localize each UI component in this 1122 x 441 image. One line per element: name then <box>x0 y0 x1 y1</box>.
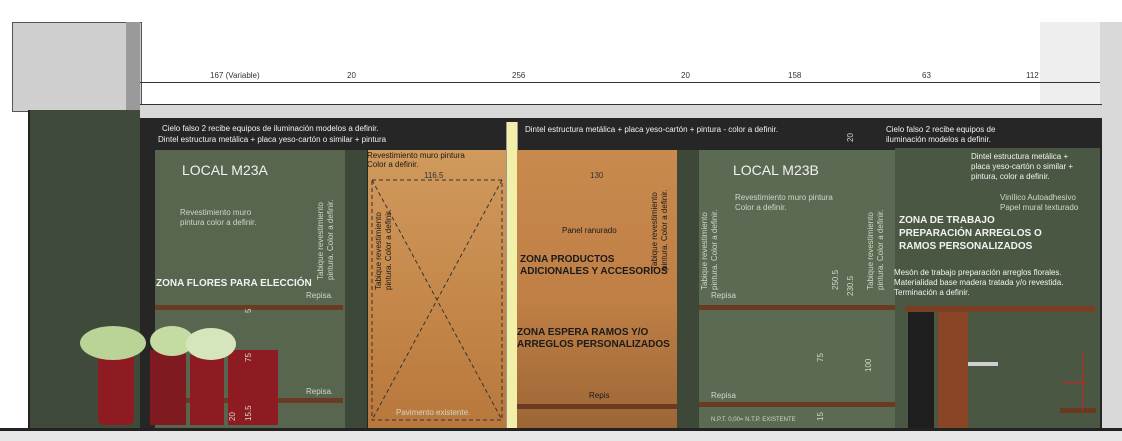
shelf-label-b-upper: Repisa <box>711 291 736 300</box>
dim-250: 250.5 <box>831 269 840 290</box>
ceiling-note-a: Cielo falso 2 recibe equipos de iluminac… <box>162 124 379 133</box>
vinyl-note-2: Papel mural texturado <box>1000 203 1079 212</box>
ceiling-note-b-2: iluminación modelos a definir. <box>886 135 991 144</box>
desk-note-1: Mesón de trabajo preparación arreglos fl… <box>894 268 1062 277</box>
zone-products-2: ADICIONALES Y ACCESORIOS <box>520 266 668 277</box>
plant-1 <box>80 326 146 360</box>
plant-3 <box>186 328 236 360</box>
floor-base <box>0 431 1122 441</box>
dim-116: 116.5 <box>424 171 444 180</box>
lintel-note-b-1: Dintel estructura metálica + <box>971 152 1069 161</box>
lintel-note-b-2: placa yeso-cartón o similar + <box>971 162 1074 171</box>
work-table-shelf <box>968 362 998 366</box>
desk-note-2: Materialidad base madera tratada y/o rev… <box>894 278 1064 287</box>
left-column-top-shade <box>126 22 140 110</box>
local-a-title: LOCAL M23A <box>182 162 268 178</box>
wall-note-mid-2: Color a definir. <box>367 160 419 169</box>
dim-5: 5 <box>244 308 253 313</box>
wall-note-mid-1: Revestimiento muro pintura <box>367 151 465 160</box>
wall-note-b-1: Revestimiento muro pintura <box>735 193 833 202</box>
partition-note-b1-1: Tabique revestimiento <box>700 212 709 290</box>
floor-note: Pavimento existente. <box>396 408 471 417</box>
ceiling-note-b-1: Cielo falso 2 recibe equipos de <box>886 125 996 134</box>
shelf-label-a-upper: Repisa. <box>306 291 334 300</box>
dim-20a: 20 <box>846 133 855 142</box>
panel-label: Panel ranurado <box>562 226 617 235</box>
planter-2 <box>150 350 186 425</box>
shelf-label-a-lower: Repisa. <box>306 387 334 396</box>
dim-20b: 20 <box>228 412 237 421</box>
dim-155: 15.5 <box>244 405 253 421</box>
dim-top-1: 167 (Variable) <box>210 71 260 80</box>
dim-top-3: 256 <box>512 71 526 80</box>
right-facade-top <box>1040 22 1100 108</box>
partition-note-m1-2: pintura. Color a definir. <box>384 209 393 291</box>
partition-note-b2-1: Tabique revestimiento <box>866 212 875 290</box>
zone-wait-2: ARREGLOS PERSONALIZADOS <box>517 339 670 350</box>
zone-products-1: ZONA PRODUCTOS <box>520 254 615 265</box>
partition-note-m2-2: pintura. Color a definir. <box>660 189 669 271</box>
dim-75b: 75 <box>244 353 253 362</box>
top-dimension-line <box>140 82 1100 83</box>
partition-note-a-2: pintura. Color a definir. <box>326 199 335 281</box>
local-b-title: LOCAL M23B <box>733 162 819 178</box>
dim-130: 130 <box>590 171 604 180</box>
lintel-note-b-3: pintura, color a definir. <box>971 172 1050 181</box>
lintel-note-a: Dintel estructura metálica + placa yeso-… <box>158 135 387 144</box>
wall-note-a-2: pintura color a definir. <box>180 218 257 227</box>
dim-top-2: 20 <box>347 71 356 80</box>
shelf-b-upper <box>699 305 895 310</box>
work-table-bottom <box>1060 408 1096 413</box>
right-facade-wall <box>1100 22 1122 432</box>
dim-top-4: 20 <box>681 71 690 80</box>
work-table-leg <box>908 312 934 428</box>
vinyl-note-1: Vinílico Autoadhesivo <box>1000 193 1076 202</box>
partition-note-m1-1: Tabique revestimiento <box>374 212 383 290</box>
dim-top-7: 112 <box>1026 71 1039 80</box>
shelf-label-b-lower: Repisa <box>711 391 736 400</box>
red-dim-vertical <box>1082 352 1083 410</box>
dim-15: 15 <box>816 412 825 421</box>
wall-note-b-2: Color a definir. <box>735 203 787 212</box>
shelf-label-center: Repis <box>589 391 610 400</box>
shelf-b-lower <box>699 402 895 407</box>
partition-note-b2-2: pintura. Color a definir. <box>876 209 885 291</box>
zone-wait-1: ZONA ESPERA RAMOS Y/O <box>517 327 649 338</box>
partition-note-a-1: Tabique revestimiento <box>316 202 325 280</box>
dim-top-6: 63 <box>922 71 931 80</box>
left-column-top <box>12 22 142 112</box>
npt-note: N.P.T. 0,00= N.T.P. EXISTENTE <box>711 417 796 423</box>
center-left-wall <box>345 150 367 428</box>
zone-work-2: PREPARACIÓN ARREGLOS O <box>899 228 1042 239</box>
shelf-center <box>517 404 677 409</box>
planter-3 <box>190 355 224 425</box>
dim-100: 100 <box>864 358 873 372</box>
red-dim-horizontal <box>1062 382 1086 383</box>
lintel-note-center: Dintel estructura metálica + placa yeso-… <box>525 125 779 134</box>
zone-work-3: RAMOS PERSONALIZADOS <box>899 241 1033 252</box>
dim-230: 230.5 <box>846 275 855 296</box>
partition-note-b1-2: pintura. Color a definir. <box>710 209 719 291</box>
elevation-drawing: 167 (Variable) 20 256 20 158 63 112 Ciel… <box>0 0 1122 441</box>
desk-note-3: Terminación a definir. <box>894 288 970 297</box>
partition-note-m2-1: Tabique revestimiento <box>650 192 659 270</box>
zone-flowers: ZONA FLORES PARA ELECCIÓN <box>156 278 312 289</box>
center-right-wall <box>677 150 699 428</box>
planter-1 <box>98 355 134 425</box>
work-table-panel <box>938 312 968 428</box>
wall-note-a-1: Revestimiento muro <box>180 208 252 217</box>
dim-top-5: 158 <box>788 71 802 80</box>
zone-work-1: ZONA DE TRABAJO <box>899 215 995 226</box>
dim-75a: 75 <box>816 353 825 362</box>
